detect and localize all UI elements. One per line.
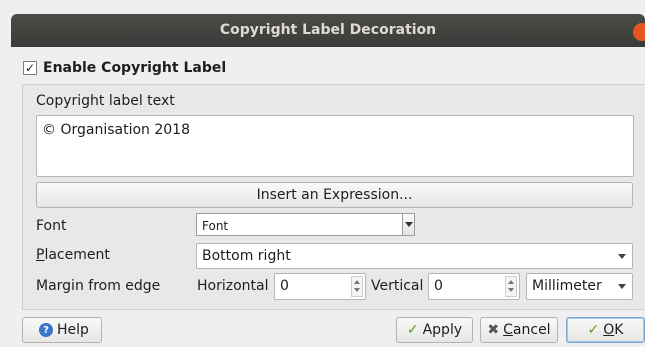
checkmark-icon: ✓ (24, 61, 36, 75)
insert-expression-label: Insert an Expression... (256, 187, 413, 203)
arrow-up-icon (354, 280, 360, 284)
help-label: Help (57, 322, 89, 338)
font-dropdown-button[interactable] (402, 213, 415, 236)
cancel-label-rest: ancel (512, 322, 551, 338)
apply-label: Apply (422, 322, 463, 338)
arrow-up-icon (508, 280, 514, 284)
font-button-value: Font (202, 219, 229, 233)
horizontal-stepper[interactable] (351, 276, 363, 297)
check-icon: ✓ (406, 322, 419, 338)
apply-button[interactable]: ✓ Apply (396, 317, 473, 343)
enable-copyright-checkbox-row[interactable]: ✓ Enable Copyright Label (23, 60, 226, 76)
title-bar: Copyright Label Decoration (11, 14, 645, 47)
unit-value: Millimeter (532, 278, 602, 294)
help-button[interactable]: ? Help (22, 317, 102, 343)
chevron-down-icon (405, 222, 413, 227)
cancel-mnemonic: C (503, 322, 513, 338)
check-icon: ✓ (587, 322, 600, 338)
help-icon: ? (39, 323, 53, 337)
font-label: Font (36, 218, 67, 234)
copyright-text-caption: Copyright label text (36, 93, 175, 109)
close-icon[interactable] (633, 23, 645, 41)
ok-label: OK (603, 322, 623, 338)
vertical-stepper[interactable] (505, 276, 517, 297)
insert-expression-button[interactable]: Insert an Expression... (36, 182, 633, 208)
cancel-label: Cancel (503, 322, 550, 338)
horizontal-value: 0 (280, 278, 289, 294)
font-button[interactable]: Font (196, 213, 404, 236)
placement-label-rest: lacement (44, 247, 110, 263)
ok-button[interactable]: ✓ OK (566, 317, 645, 343)
enable-copyright-label: Enable Copyright Label (43, 60, 227, 76)
cancel-button[interactable]: ✖ Cancel (480, 317, 558, 343)
x-icon: ✖ (487, 322, 500, 338)
ok-mnemonic: O (603, 322, 615, 338)
vertical-spinbox[interactable]: 0 (428, 273, 520, 300)
arrow-down-icon (508, 288, 514, 292)
copyright-text-value: © Organisation 2018 (42, 122, 190, 138)
placement-select[interactable]: Bottom right (196, 243, 633, 269)
chevron-down-icon (618, 284, 626, 289)
horizontal-spinbox[interactable]: 0 (274, 273, 366, 300)
chevron-down-icon (618, 254, 626, 259)
vertical-value: 0 (434, 278, 443, 294)
margin-label: Margin from edge (36, 278, 161, 294)
placement-label: Placement (36, 247, 110, 263)
ok-label-rest: K (614, 322, 624, 338)
enable-copyright-checkbox[interactable]: ✓ (23, 61, 37, 75)
copyright-text-input[interactable]: © Organisation 2018 (36, 115, 634, 177)
vertical-label: Vertical (371, 278, 424, 294)
window-title: Copyright Label Decoration (219, 22, 437, 38)
unit-select[interactable]: Millimeter (526, 273, 633, 300)
horizontal-label: Horizontal (197, 278, 269, 294)
arrow-down-icon (354, 288, 360, 292)
placement-value: Bottom right (202, 248, 291, 264)
